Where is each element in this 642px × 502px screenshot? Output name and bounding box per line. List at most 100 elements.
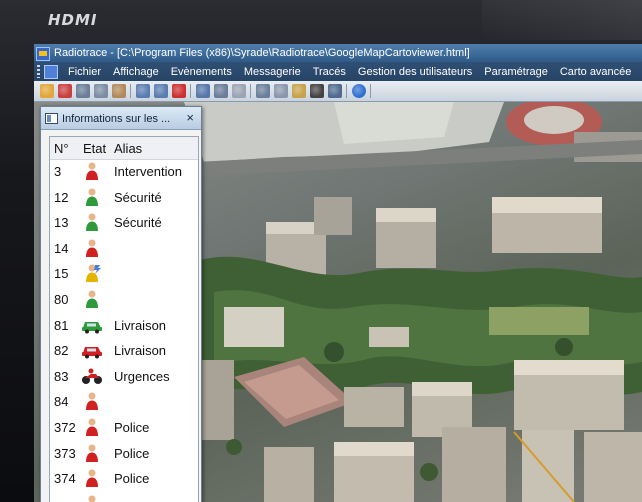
window-titlebar[interactable]: Radiotrace - [C:\Program Files (x86)\Syr…	[34, 44, 642, 62]
unit-number: 372	[54, 420, 76, 435]
unit-alias: Police	[114, 420, 150, 435]
menu-grip[interactable]	[37, 65, 40, 78]
list-item[interactable]: 15	[50, 261, 198, 287]
toolbar-separator	[130, 84, 131, 98]
unit-alias: Livraison	[114, 317, 167, 333]
car-red-icon	[81, 340, 103, 360]
list-item[interactable]: 82 Livraison	[50, 338, 198, 364]
person-red-icon	[81, 238, 103, 258]
column-header-num[interactable]: N°	[54, 141, 69, 156]
panel-title: Informations sur les ...	[62, 113, 171, 125]
delete-icon[interactable]	[58, 84, 72, 98]
list-item[interactable]: 81 Livraison	[50, 313, 198, 339]
list-item[interactable]	[50, 492, 198, 502]
list-item[interactable]: 372 Police	[50, 415, 198, 441]
motorbike-red-icon	[81, 366, 103, 386]
marker-icon[interactable]	[274, 84, 288, 98]
menu-item-param-trage[interactable]: Paramétrage	[478, 66, 554, 78]
unit-number: 81	[54, 317, 69, 333]
toolbar-separator	[190, 84, 191, 98]
person-red-icon	[81, 494, 103, 502]
person-red-icon	[81, 468, 103, 488]
menu-item-carto-avanc-e[interactable]: Carto avancée	[554, 66, 638, 78]
list-item[interactable]: 84	[50, 389, 198, 415]
bezel-shine	[482, 0, 642, 40]
info-panel: Informations sur les ... × N° Etat Alias…	[40, 106, 202, 502]
menu-item-fichier[interactable]: Fichier	[62, 66, 107, 78]
toolbar-separator	[370, 84, 371, 98]
person-yellow-icon	[81, 263, 103, 283]
search-icon[interactable]	[256, 84, 270, 98]
list-item[interactable]: 12 Sécurité	[50, 185, 198, 211]
app-icon	[36, 47, 50, 61]
toolbar-separator	[250, 84, 251, 98]
window-icon	[45, 113, 58, 124]
app-window: Radiotrace - [C:\Program Files (x86)\Syr…	[34, 44, 642, 502]
unit-number: 12	[54, 189, 69, 205]
zoom-in-icon[interactable]	[136, 84, 150, 98]
close-icon[interactable]: ×	[186, 110, 194, 125]
list-header: N° Etat Alias	[50, 137, 198, 160]
unit-number: 374	[54, 471, 76, 487]
zoom-out-icon[interactable]	[154, 84, 168, 98]
column-header-state[interactable]: Etat	[83, 141, 106, 156]
panel-titlebar[interactable]: Informations sur les ... ×	[41, 107, 201, 130]
window-title: Radiotrace - [C:\Program Files (x86)\Syr…	[54, 47, 470, 59]
menu-item-gestion-des-utilisateurs[interactable]: Gestion des utilisateurs	[352, 66, 478, 78]
column-header-alias[interactable]: Alias	[114, 141, 142, 156]
print-icon[interactable]	[76, 84, 90, 98]
person-green-icon	[81, 212, 103, 232]
unit-number: 14	[54, 240, 69, 256]
unit-number: 15	[54, 266, 69, 282]
rectangle-icon[interactable]	[232, 84, 246, 98]
person-green-icon	[81, 289, 103, 309]
unit-alias: Sécurité	[114, 189, 162, 205]
toolbar	[34, 81, 642, 102]
person-red-icon	[81, 391, 103, 411]
unit-alias: Police	[114, 445, 150, 461]
folder-icon[interactable]	[292, 84, 306, 98]
unit-number: 80	[54, 292, 69, 307]
person-red-icon	[81, 417, 103, 437]
open-icon[interactable]	[40, 84, 54, 98]
list-item[interactable]: 13 Sécurité	[50, 210, 198, 236]
unit-alias: Sécurité	[114, 215, 162, 231]
menu-item-messagerie[interactable]: Messagerie	[238, 66, 307, 78]
list-item[interactable]: 83 Urgences	[50, 364, 198, 390]
export-icon[interactable]	[214, 84, 228, 98]
menu-bar: Fichier Affichage Evènements Messagerie Trac…	[34, 62, 642, 81]
contact-icon[interactable]	[328, 84, 342, 98]
crosshair-icon[interactable]	[310, 84, 324, 98]
unit-number: 3	[54, 164, 62, 179]
save-icon[interactable]	[196, 84, 210, 98]
unit-alias: Urgences	[114, 368, 170, 384]
hand-icon[interactable]	[112, 84, 126, 98]
list-item[interactable]: 373 Police	[50, 441, 198, 467]
list-item[interactable]: 14	[50, 236, 198, 262]
unit-number: 373	[54, 445, 76, 461]
menu-item-ev-nements[interactable]: Evènements	[165, 66, 238, 78]
unit-alias: Livraison	[114, 343, 167, 359]
copy-icon[interactable]	[94, 84, 108, 98]
person-red-icon	[81, 161, 103, 181]
person-green-icon	[81, 187, 103, 207]
unit-alias: Police	[114, 471, 150, 487]
unit-number: 83	[54, 368, 69, 384]
unit-number: 84	[54, 394, 69, 410]
list-item[interactable]: 3 Intervention	[50, 159, 198, 185]
record-icon[interactable]	[172, 84, 186, 98]
unit-number: 13	[54, 215, 69, 231]
list-item[interactable]: 80	[50, 287, 198, 313]
hdmi-logo: HDMI	[48, 11, 98, 29]
unit-alias: Intervention	[114, 164, 182, 179]
menu-item-affichage[interactable]: Affichage	[107, 66, 165, 78]
help-icon[interactable]	[352, 84, 366, 98]
unit-number: 82	[54, 343, 69, 359]
list-item[interactable]: 374 Police	[50, 466, 198, 492]
document-icon[interactable]	[44, 65, 58, 79]
menu-item-trac-s[interactable]: Tracés	[307, 66, 352, 78]
menu-item-aide[interactable]: Aide	[637, 66, 642, 78]
units-list: N° Etat Alias 3 Intervention 12 Sécurité 13 S…	[49, 136, 199, 502]
person-red-icon	[81, 443, 103, 463]
car-green-icon	[81, 315, 103, 335]
